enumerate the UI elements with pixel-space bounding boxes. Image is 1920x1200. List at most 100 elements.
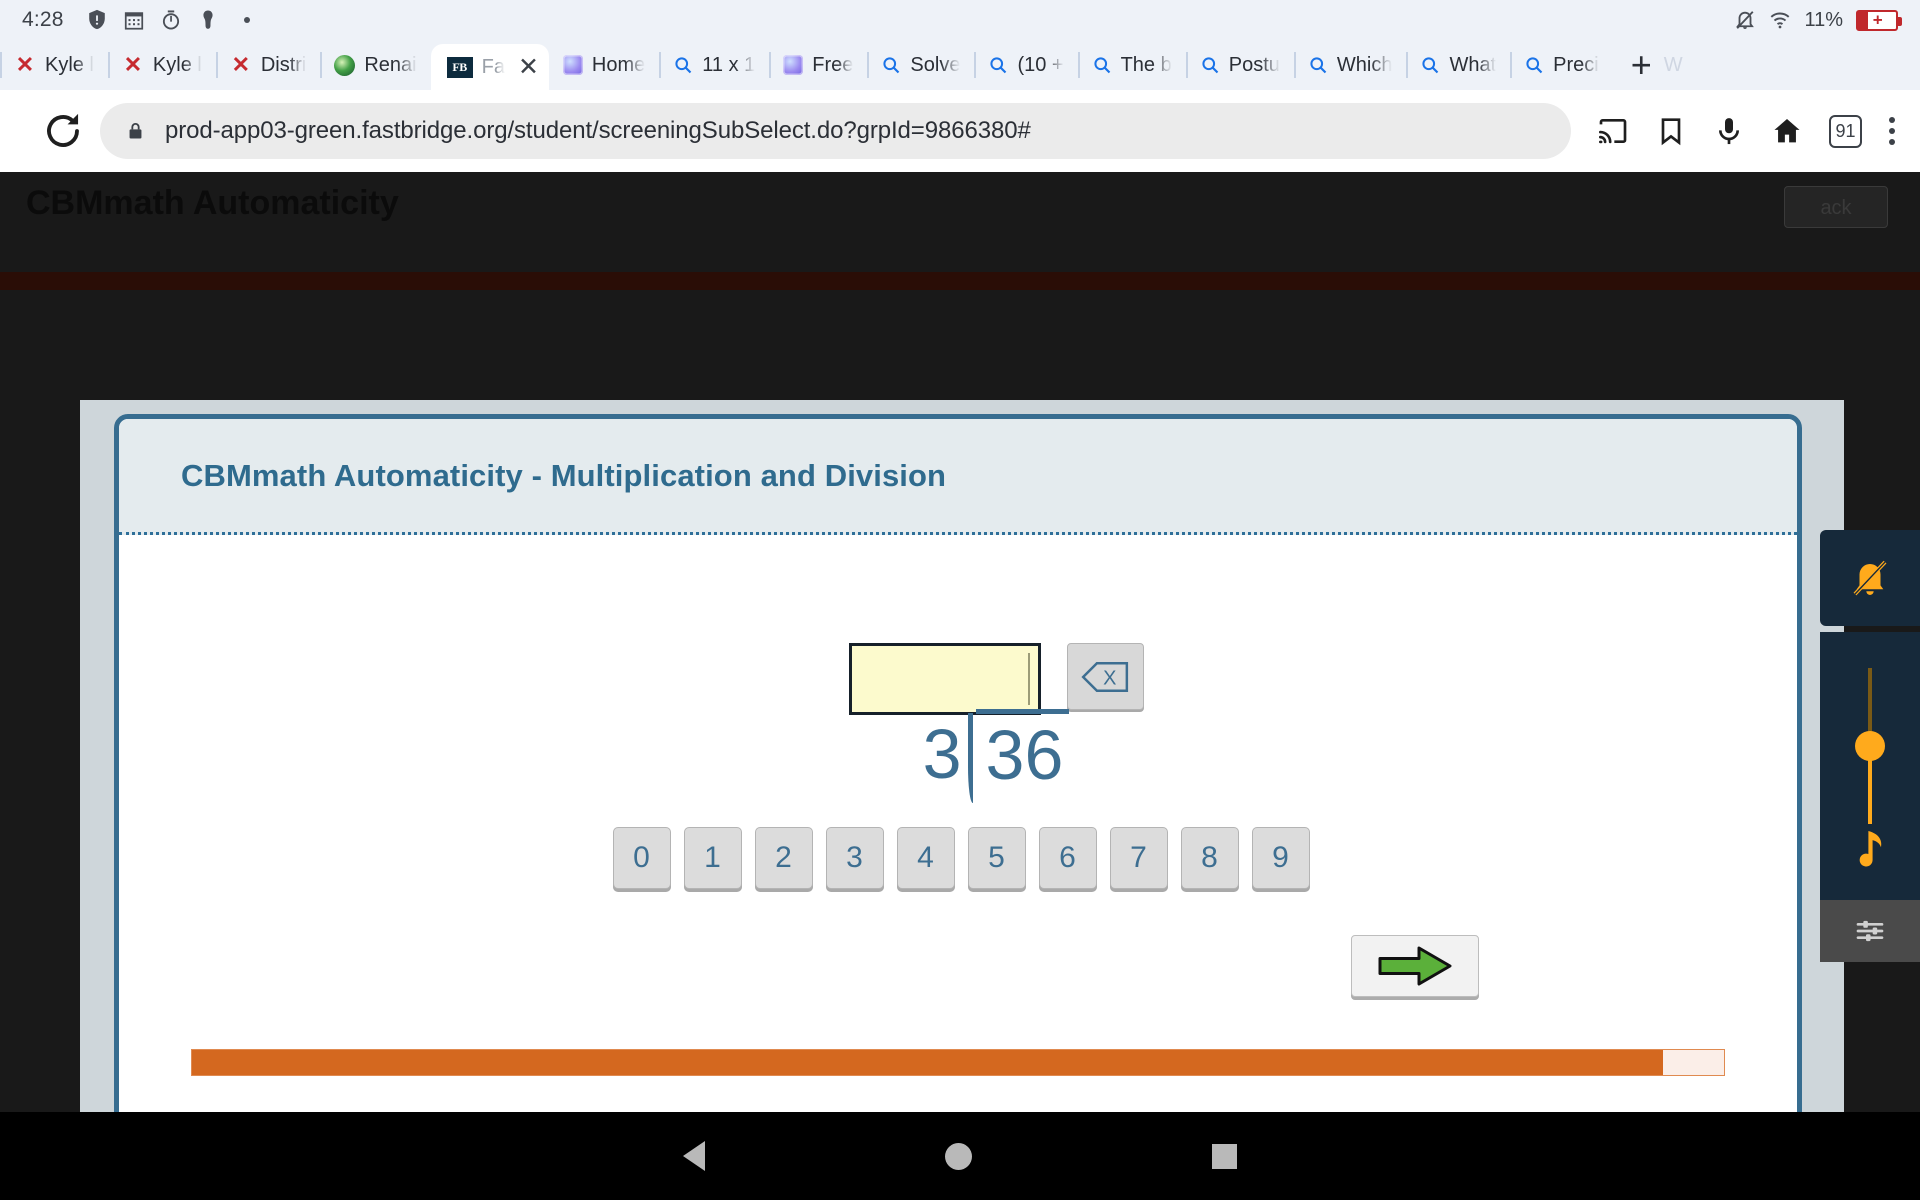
- browser-tab[interactable]: (10 +: [974, 40, 1077, 90]
- close-tab-icon[interactable]: ✕: [518, 54, 539, 80]
- circle-home-icon[interactable]: [945, 1142, 972, 1170]
- key-6[interactable]: 6: [1038, 827, 1097, 889]
- volume-overlay[interactable]: [1820, 530, 1920, 962]
- browser-tab[interactable]: Which: [1293, 40, 1407, 90]
- search-icon: [1526, 57, 1543, 74]
- fb-fastbridge-icon: FB: [446, 56, 473, 78]
- browser-tab[interactable]: Free: [769, 40, 867, 90]
- modal-body: X 3 36 0 1 2 3 4 5 6 7 8 9: [119, 535, 1797, 1112]
- green-right-arrow-icon: [1378, 946, 1452, 986]
- square-recents-icon[interactable]: [1212, 1143, 1237, 1169]
- key-5[interactable]: 5: [967, 827, 1026, 889]
- next-button[interactable]: [1351, 935, 1479, 997]
- purple-globe-icon: [783, 55, 804, 75]
- triangle-back-icon[interactable]: [683, 1141, 705, 1171]
- back-button[interactable]: ack: [1784, 186, 1888, 228]
- browser-tab[interactable]: The b: [1077, 40, 1186, 90]
- text-caret: [1027, 653, 1030, 705]
- dividend-value: 36: [975, 709, 1070, 796]
- cast-icon[interactable]: [1597, 115, 1629, 147]
- answer-row: X: [119, 643, 1797, 715]
- browser-tab[interactable]: What: [1406, 40, 1510, 90]
- browser-tab[interactable]: Preci: [1510, 40, 1613, 90]
- reload-icon[interactable]: [40, 108, 86, 154]
- browser-tab[interactable]: Solve: [867, 40, 974, 90]
- problem-area: X 3 36: [119, 643, 1797, 803]
- browser-tab[interactable]: Renai: [320, 40, 430, 90]
- browser-tab[interactable]: Postu: [1185, 40, 1294, 90]
- tab-label: Kyle l: [45, 53, 94, 76]
- key-0[interactable]: 0: [612, 827, 671, 889]
- browser-tab[interactable]: Home: [549, 40, 659, 90]
- browser-tab[interactable]: ✕ Distri: [215, 40, 321, 90]
- web-page-content: CBMmath Automaticity ack CBMmath Automat…: [0, 172, 1920, 1112]
- tab-label: Solve: [910, 53, 961, 76]
- key-2[interactable]: 2: [754, 827, 813, 889]
- android-nav-bar[interactable]: [0, 1112, 1920, 1200]
- kebab-menu-icon[interactable]: [1888, 117, 1896, 145]
- battery-charging-icon: +: [1856, 9, 1902, 31]
- tab-label: Preci: [1553, 53, 1599, 76]
- backspace-button[interactable]: X: [1066, 643, 1144, 710]
- battery-percent-label: 11%: [1804, 8, 1843, 31]
- tab-count-button[interactable]: 91: [1829, 114, 1862, 148]
- bell-off-icon: [1853, 560, 1887, 596]
- tab-label: Home: [591, 53, 646, 76]
- microphone-icon[interactable]: [1713, 115, 1745, 147]
- key-1[interactable]: 1: [683, 827, 742, 889]
- next-button-wrap: [1351, 935, 1479, 997]
- tab-overflow-hint: W: [1663, 53, 1683, 76]
- answer-input[interactable]: [848, 643, 1041, 715]
- tab-label: Distri: [260, 53, 307, 76]
- equalizer-icon: [1856, 920, 1884, 942]
- key-8[interactable]: 8: [1180, 827, 1239, 889]
- browser-tab[interactable]: ✕ Kyle l: [107, 40, 216, 90]
- url-bar[interactable]: prod-app03-green.fastbridge.org/student/…: [100, 103, 1571, 159]
- svg-text:X: X: [1103, 667, 1116, 689]
- tab-label: What: [1449, 53, 1497, 76]
- page-title: CBMmath Automaticity: [26, 184, 399, 222]
- browser-tab[interactable]: 11 x 1: [659, 40, 769, 90]
- renaissance-globe-icon: [334, 54, 356, 76]
- modal-header: CBMmath Automaticity - Multiplication an…: [119, 419, 1797, 535]
- x-red-icon: ✕: [15, 52, 35, 77]
- division-bracket-icon: [967, 713, 976, 803]
- status-time: 4:28: [22, 8, 64, 31]
- calendar-icon: [124, 12, 143, 30]
- search-icon: [1094, 57, 1110, 74]
- home-icon[interactable]: [1771, 115, 1803, 147]
- browser-tab-strip[interactable]: ✕ Kyle l ✕ Kyle l ✕ Distri Renai FB Fa ✕…: [0, 40, 1920, 90]
- tab-label: (10 +: [1017, 53, 1064, 76]
- number-keypad[interactable]: 0 1 2 3 4 5 6 7 8 9: [119, 827, 1797, 889]
- page-accent-band: [0, 272, 1920, 290]
- audio-settings-button[interactable]: [1820, 900, 1920, 962]
- browser-tab[interactable]: ✕ Kyle l: [0, 40, 108, 90]
- key-9[interactable]: 9: [1251, 827, 1310, 889]
- search-icon: [883, 57, 900, 74]
- status-left-icon-group: [86, 9, 250, 31]
- wifi-icon: [1771, 12, 1790, 29]
- tab-label: Which: [1336, 53, 1393, 76]
- mute-toggle-button[interactable]: [1820, 530, 1920, 626]
- progress-fill: [192, 1050, 1663, 1075]
- slider-handle[interactable]: [1855, 731, 1885, 761]
- browser-tab-active[interactable]: FB Fa ✕: [430, 44, 549, 90]
- url-text: prod-app03-green.fastbridge.org/student/…: [165, 117, 1031, 144]
- backspace-icon: X: [1081, 661, 1129, 692]
- search-icon: [1202, 57, 1219, 74]
- tab-label: Free: [812, 53, 854, 76]
- search-icon: [1422, 57, 1439, 74]
- volume-slider[interactable]: [1820, 632, 1920, 900]
- location-pin-icon: [203, 10, 213, 29]
- assessment-modal-frame: CBMmath Automaticity - Multiplication an…: [80, 400, 1844, 1112]
- search-icon: [990, 57, 1007, 74]
- key-7[interactable]: 7: [1109, 827, 1168, 889]
- new-tab-button[interactable]: +: [1619, 47, 1664, 83]
- music-note-icon: [1850, 827, 1890, 874]
- toolbar-icon-group: 91: [1597, 114, 1896, 148]
- tab-label: The b: [1120, 53, 1172, 76]
- lock-icon: [129, 123, 142, 139]
- bookmark-icon[interactable]: [1655, 115, 1687, 147]
- key-3[interactable]: 3: [825, 827, 884, 889]
- key-4[interactable]: 4: [896, 827, 955, 889]
